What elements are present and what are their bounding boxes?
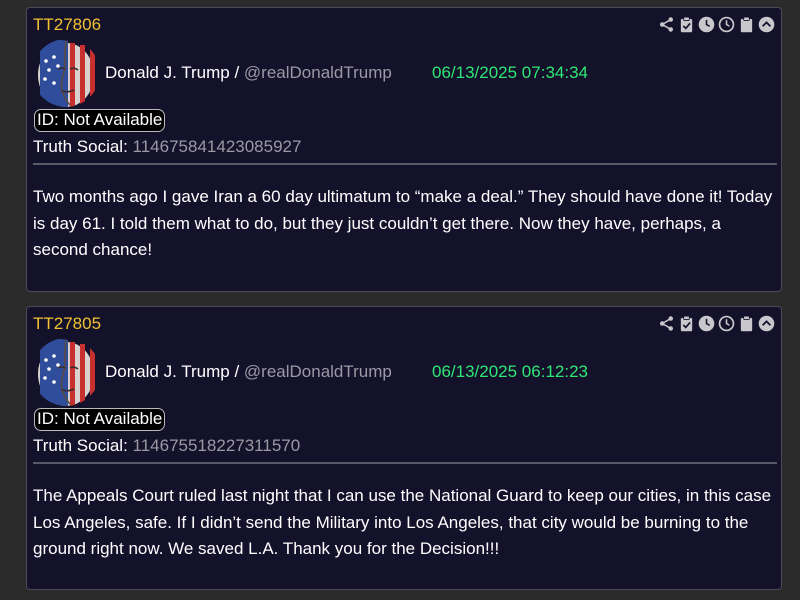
truth-social-id[interactable]: 114675841423085927 [133,137,302,156]
clipboard-icon[interactable] [738,16,755,33]
post-id[interactable]: TT27805 [33,314,101,334]
truth-social-label: Truth Social: [33,436,133,455]
truth-social-id[interactable]: 114675518227311570 [133,436,301,455]
clock-outline-icon[interactable] [718,315,735,332]
truth-social-label: Truth Social: [33,137,133,156]
clock-outline-icon[interactable] [718,16,735,33]
post-toolbar [658,315,775,332]
truth-social-line: Truth Social: 114675841423085927 [33,137,301,157]
avatar[interactable] [32,39,100,107]
author-line: Donald J. Trump / @realDonaldTrump [105,63,392,83]
post-body: The Appeals Court ruled last night that … [33,486,772,558]
chevron-up-circle-icon[interactable] [758,315,775,332]
share-icon[interactable] [658,315,675,332]
truth-social-line: Truth Social: 114675518227311570 [33,436,300,456]
author-name: Donald J. Trump [105,362,230,381]
clipboard-check-icon[interactable] [678,16,695,33]
clipboard-icon[interactable] [738,315,755,332]
post-timestamp[interactable]: 06/13/2025 07:34:34 [432,63,588,83]
avatar[interactable] [32,338,100,406]
post-feed: TT27806 Donald J. Trump / @realDonaldTru… [0,0,800,600]
id-badge: ID: Not Available [34,408,166,431]
divider [33,462,777,464]
author-separator: / [229,362,244,381]
clock-filled-icon[interactable] [698,16,715,33]
author-handle[interactable]: @realDonaldTrump [244,362,392,381]
post-timestamp[interactable]: 06/13/2025 06:12:23 [432,362,588,382]
author-handle[interactable]: @realDonaldTrump [244,63,392,82]
divider [33,163,777,165]
author-line: Donald J. Trump / @realDonaldTrump [105,362,392,382]
post-toolbar [658,16,775,33]
post-body: Two months ago I gave Iran a 60 day ulti… [33,187,773,259]
clock-filled-icon[interactable] [698,315,715,332]
share-icon[interactable] [658,16,675,33]
post-card: TT27806 Donald J. Trump / @realDonaldTru… [26,7,782,292]
post-id[interactable]: TT27806 [33,15,101,35]
chevron-up-circle-icon[interactable] [758,16,775,33]
author-name: Donald J. Trump [105,63,230,82]
id-badge: ID: Not Available [34,109,166,132]
post-card: TT27805 Donald J. Trump / @realDonaldTru… [26,306,782,590]
clipboard-check-icon[interactable] [678,315,695,332]
author-separator: / [229,63,244,82]
